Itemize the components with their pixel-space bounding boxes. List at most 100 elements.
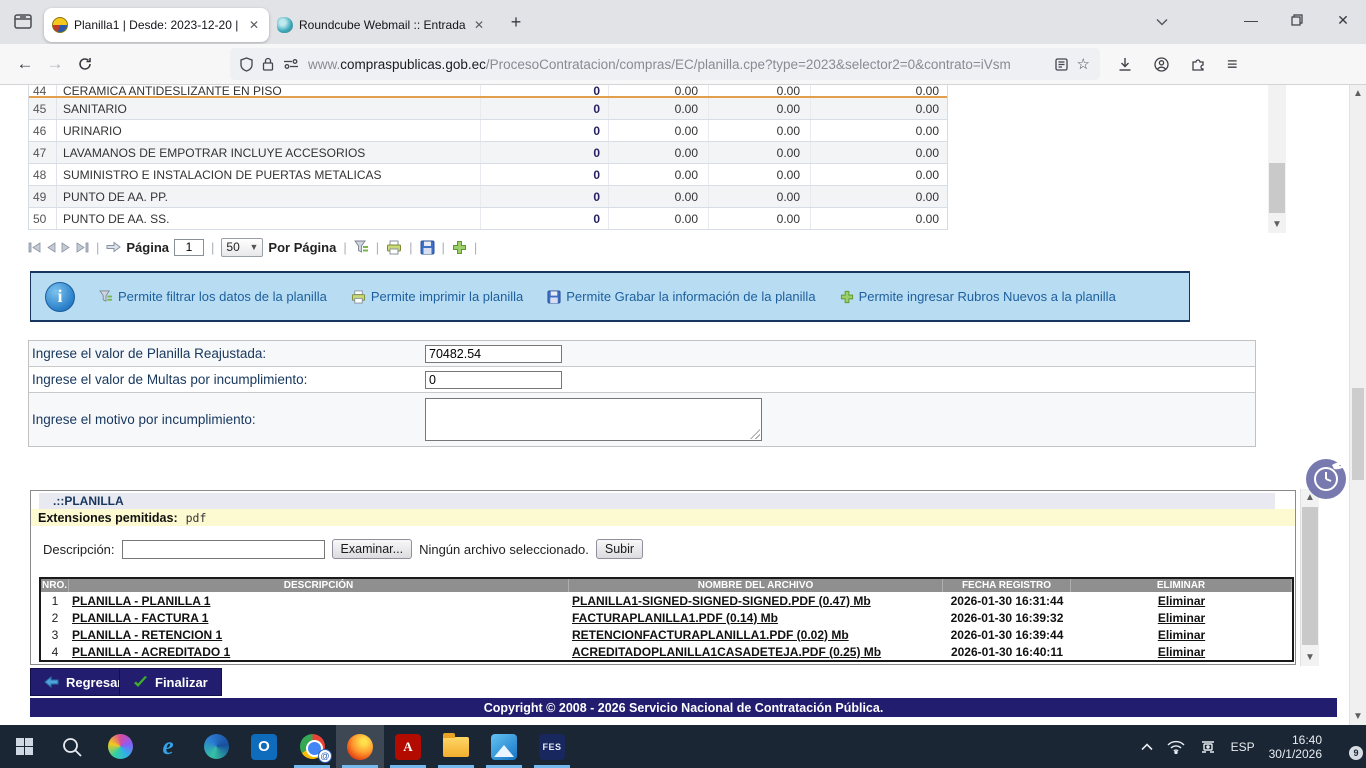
row-value: 0.00	[709, 164, 811, 185]
language-indicator[interactable]: ESP	[1231, 740, 1255, 754]
reload-button[interactable]	[70, 49, 100, 79]
tab-planilla[interactable]: Planilla1 | Desde: 2023-12-20 | H ✕	[44, 8, 269, 42]
file-description-link[interactable]: PLANILLA - RETENCION 1	[69, 628, 569, 642]
tab-title: Planilla1 | Desde: 2023-12-20 | H	[74, 18, 241, 32]
new-tab-button[interactable]: +	[502, 8, 530, 36]
extension-icon[interactable]	[1191, 57, 1205, 71]
file-description-link[interactable]: PLANILLA - PLANILLA 1	[69, 594, 569, 608]
print-icon	[351, 290, 366, 304]
file-name-link[interactable]: FACTURAPLANILLA1.PDF (0.14) Mb	[569, 611, 943, 625]
scrollbar-thumb[interactable]	[1352, 388, 1364, 480]
add-rubro-icon	[840, 290, 854, 304]
taskbar-copilot[interactable]	[96, 725, 144, 768]
tab-roundcube[interactable]: Roundcube Webmail :: Entrada ✕	[269, 8, 494, 42]
tab-title: Roundcube Webmail :: Entrada	[299, 18, 466, 32]
scrollbar-thumb[interactable]	[1269, 163, 1285, 213]
url-bar[interactable]: www.compraspublicas.gob.ec/ProcesoContra…	[230, 48, 1100, 80]
prev-page-icon[interactable]	[46, 242, 56, 253]
row-value: 0.00	[709, 98, 811, 119]
delete-link[interactable]: Eliminar	[1071, 611, 1292, 625]
forward-button[interactable]: →	[40, 49, 70, 79]
filter-icon[interactable]	[354, 240, 369, 254]
search-button[interactable]	[48, 725, 96, 768]
page-number-input[interactable]	[174, 239, 204, 256]
file-description-link[interactable]: PLANILLA - ACREDITADO 1	[69, 645, 569, 659]
close-tab-icon[interactable]: ✕	[247, 16, 261, 34]
multas-input[interactable]	[425, 371, 562, 389]
help-item-filter: Permite filtrar los datos de la planilla	[99, 289, 327, 304]
motivo-textarea[interactable]	[425, 398, 762, 441]
taskbar-fes-app[interactable]: FES	[528, 725, 576, 768]
back-button[interactable]: ←	[10, 49, 40, 79]
scroll-down-icon[interactable]: ▼	[1268, 216, 1286, 233]
minimize-button[interactable]: —	[1228, 0, 1274, 40]
tray-clock[interactable]: 16:4030/1/2026	[1269, 733, 1322, 761]
row-value: 0.00	[811, 186, 949, 207]
scrollbar-thumb[interactable]	[1302, 507, 1318, 645]
finalizar-button[interactable]: Finalizar	[119, 668, 222, 696]
firefox-view-button[interactable]	[8, 8, 38, 36]
row-value: 0.00	[609, 186, 709, 207]
scroll-down-icon[interactable]: ▼	[1350, 708, 1366, 725]
file-name-link[interactable]: ACREDITADOPLANILLA1CASADETEJA.PDF (0.25)…	[569, 645, 943, 659]
help-item-print: Permite imprimir la planilla	[351, 289, 523, 304]
tray-chevron-icon[interactable]	[1141, 743, 1153, 751]
delete-link[interactable]: Eliminar	[1071, 645, 1292, 659]
account-icon[interactable]	[1154, 57, 1169, 72]
file-explorer-icon	[443, 737, 469, 757]
per-page-label: Por Página	[268, 240, 336, 255]
taskbar-edge[interactable]	[192, 725, 240, 768]
per-page-select[interactable]: 50▼	[221, 238, 263, 257]
downloads-icon[interactable]	[1118, 57, 1132, 72]
browse-button[interactable]: Examinar...	[332, 539, 413, 559]
first-page-icon[interactable]	[28, 242, 41, 253]
add-rubro-icon[interactable]	[452, 240, 467, 255]
reader-mode-icon[interactable]	[1055, 58, 1068, 71]
browser-scrollbar[interactable]: ▲ ▼	[1349, 85, 1366, 725]
delete-link[interactable]: Eliminar	[1071, 628, 1292, 642]
reajustada-input[interactable]	[425, 345, 562, 363]
file-number: 1	[41, 594, 69, 608]
scroll-up-icon[interactable]: ▲	[1350, 85, 1366, 102]
clock-overlay-widget[interactable]	[1305, 458, 1347, 500]
menu-hamburger-icon[interactable]: ≡	[1227, 54, 1238, 75]
taskbar-outlook[interactable]: O	[240, 725, 288, 768]
save-icon[interactable]	[420, 240, 435, 255]
toolbar-right: ≡	[1118, 54, 1238, 75]
notification-center-button[interactable]: 9	[1336, 738, 1358, 756]
file-name-link[interactable]: RETENCIONFACTURAPLANILLA1.PDF (0.02) Mb	[569, 628, 943, 642]
permissions-icon[interactable]	[283, 59, 299, 69]
taskbar-acrobat[interactable]: A	[384, 725, 432, 768]
photos-icon	[491, 734, 517, 760]
scroll-down-icon[interactable]: ▼	[1301, 649, 1319, 666]
taskbar-internet-explorer[interactable]: e	[144, 725, 192, 768]
upload-button[interactable]: Subir	[596, 539, 643, 559]
descripcion-input[interactable]	[122, 540, 325, 559]
start-button[interactable]	[0, 725, 48, 768]
items-scrollbar[interactable]: ▼	[1268, 85, 1286, 233]
taskbar-photos[interactable]	[480, 725, 528, 768]
close-tab-icon[interactable]: ✕	[472, 16, 486, 34]
lock-icon[interactable]	[262, 57, 274, 71]
delete-link[interactable]: Eliminar	[1071, 594, 1292, 608]
shield-icon[interactable]	[240, 57, 253, 72]
screen-cast-icon[interactable]	[1199, 740, 1217, 754]
restore-button[interactable]	[1274, 0, 1320, 40]
taskbar-firefox[interactable]	[336, 725, 384, 768]
bookmark-star-icon[interactable]: ☆	[1077, 55, 1090, 73]
next-page-icon[interactable]	[61, 242, 71, 253]
print-icon[interactable]	[386, 240, 402, 255]
file-name-link[interactable]: PLANILLA1-SIGNED-SIGNED-SIGNED.PDF (0.47…	[569, 594, 943, 608]
row-value: 0.00	[609, 85, 709, 96]
ecuador-coat-favicon	[52, 17, 68, 33]
wifi-icon[interactable]	[1167, 740, 1185, 754]
taskbar-chrome[interactable]: @	[288, 725, 336, 768]
upload-section-scrollbar[interactable]: ▲ ▼	[1300, 489, 1319, 666]
close-window-button[interactable]: ✕	[1320, 0, 1366, 40]
url-text[interactable]: www.compraspublicas.gob.ec/ProcesoContra…	[308, 57, 1046, 72]
tab-list-chevron-icon[interactable]	[1148, 8, 1176, 36]
row-description: PUNTO DE AA. PP.	[57, 186, 481, 207]
last-page-icon[interactable]	[76, 242, 89, 253]
file-description-link[interactable]: PLANILLA - FACTURA 1	[69, 611, 569, 625]
taskbar-file-explorer[interactable]	[432, 725, 480, 768]
